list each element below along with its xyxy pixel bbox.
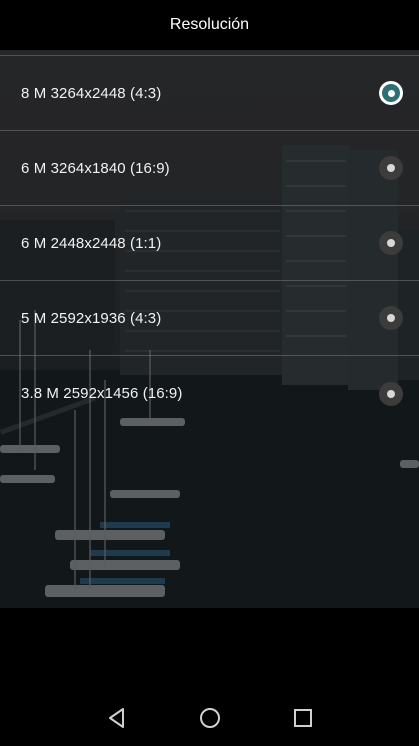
radio-button-selected[interactable]: [379, 81, 403, 105]
resolution-option-label: 8 M 3264x2448 (4:3): [21, 84, 162, 102]
resolution-option-6m-16-9[interactable]: 6 M 3264x1840 (16:9): [0, 131, 419, 206]
radio-button[interactable]: [379, 306, 403, 330]
recents-icon[interactable]: [291, 706, 315, 730]
home-icon[interactable]: [198, 706, 222, 730]
dialog-title-bar: Resolución: [0, 0, 419, 50]
resolution-option-8m[interactable]: 8 M 3264x2448 (4:3): [0, 56, 419, 131]
radio-button[interactable]: [379, 381, 403, 406]
back-icon[interactable]: [105, 706, 129, 730]
resolution-option-6m-1-1[interactable]: 6 M 2448x2448 (1:1): [0, 206, 419, 281]
radio-button[interactable]: [379, 231, 403, 255]
resolution-option-label: 3.8 M 2592x1456 (16:9): [21, 385, 183, 402]
resolution-option-label: 6 M 2448x2448 (1:1): [21, 234, 162, 252]
resolution-option-3-8m[interactable]: 3.8 M 2592x1456 (16:9): [0, 356, 419, 431]
resolution-option-label: 6 M 3264x1840 (16:9): [21, 159, 170, 177]
dialog-title: Resolución: [169, 16, 250, 33]
system-navigation-bar: [0, 686, 419, 746]
radio-button[interactable]: [379, 156, 403, 180]
resolution-option-5m[interactable]: 5 M 2592x1936 (4:3): [0, 281, 419, 356]
resolution-option-label: 5 M 2592x1936 (4:3): [21, 309, 162, 327]
camera-preview: 8 M 3264x2448 (4:3) 6 M 3264x1840 (16:9)…: [0, 50, 419, 608]
resolution-options-list: 8 M 3264x2448 (4:3) 6 M 3264x1840 (16:9)…: [0, 56, 419, 431]
